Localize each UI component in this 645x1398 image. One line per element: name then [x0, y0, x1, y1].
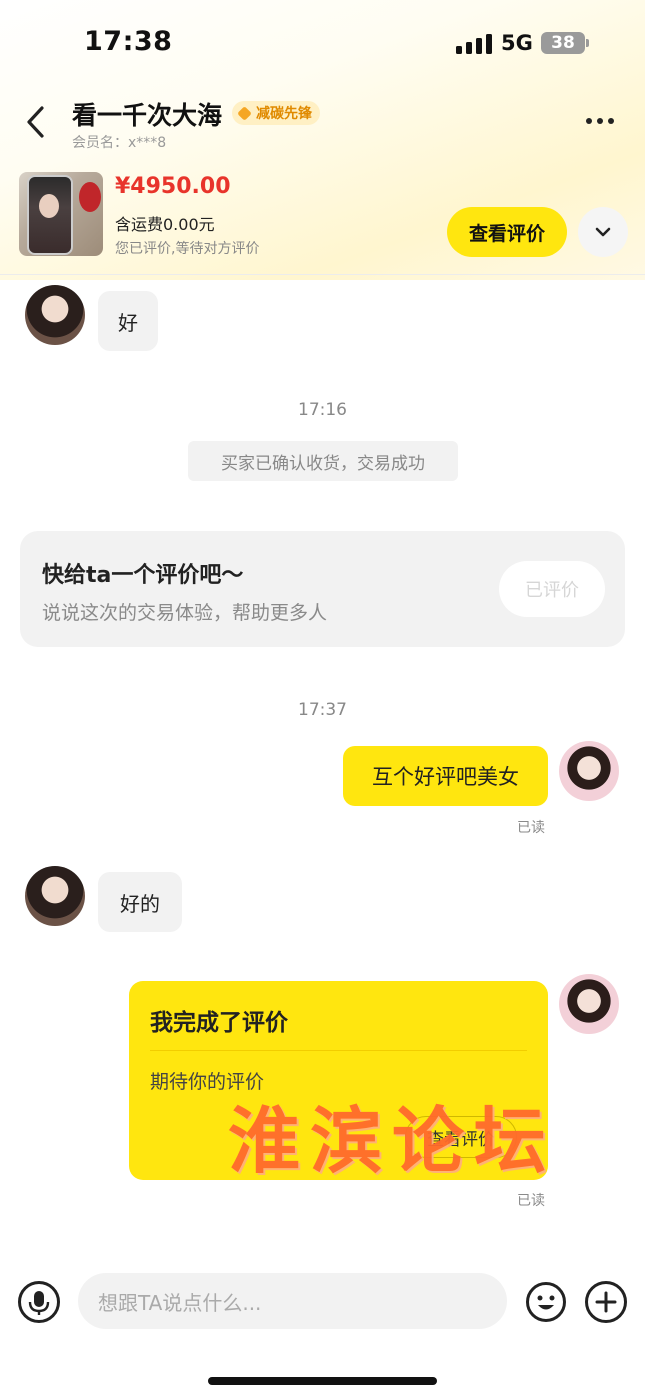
more-dot-icon: [586, 118, 592, 124]
more-dot-icon: [608, 118, 614, 124]
view-review-button[interactable]: 查看评价: [447, 207, 567, 257]
my-avatar[interactable]: [559, 741, 619, 801]
seller-avatar[interactable]: [25, 285, 85, 345]
seller-avatar[interactable]: [25, 866, 85, 926]
system-message: 买家已确认收货，交易成功: [188, 441, 458, 481]
more-dot-icon: [597, 118, 603, 124]
badge-label: 减碳先锋: [256, 106, 312, 122]
read-receipt: 已读: [517, 1193, 545, 1209]
review-prompt-subtitle: 说说这次的交易体验，帮助更多人: [42, 602, 328, 624]
home-indicator: [208, 1377, 437, 1385]
chevron-left-icon: [27, 106, 44, 138]
review-done-title: 我完成了评价: [150, 1010, 288, 1036]
add-button[interactable]: [585, 1281, 627, 1323]
message-bubble: 好的: [98, 872, 182, 932]
plus-icon: [595, 1291, 617, 1313]
message-bubble: 好: [98, 291, 158, 351]
chat-title[interactable]: 看一千次大海: [72, 96, 222, 132]
my-avatar[interactable]: [559, 974, 619, 1034]
watermark: 淮滨论坛: [228, 1098, 557, 1183]
chevron-down-icon: [595, 227, 611, 237]
microphone-icon: [28, 1291, 50, 1315]
status-time: 17:38: [84, 26, 173, 57]
emoji-button[interactable]: [525, 1281, 567, 1323]
shipping-fee: 含运费0.00元: [115, 215, 215, 234]
header-divider: [0, 274, 645, 275]
eco-badge: 减碳先锋: [232, 101, 320, 125]
product-price: ¥4950.00: [115, 174, 231, 199]
product-thumbnail[interactable]: [19, 172, 103, 256]
battery-tip: [586, 39, 589, 47]
timestamp: 17:16: [298, 400, 347, 420]
member-name: 会员名：x***8: [72, 135, 167, 151]
network-type: 5G: [501, 31, 533, 55]
back-button[interactable]: [22, 104, 52, 140]
emoji-icon: [526, 1282, 566, 1322]
card-divider: [150, 1050, 527, 1051]
battery-icon: 38: [541, 32, 585, 54]
leaf-icon: [237, 105, 252, 121]
review-prompt-title: 快给ta一个评价吧～: [42, 563, 244, 588]
voice-button[interactable]: [18, 1281, 60, 1323]
message-bubble: 互个好评吧美女: [343, 746, 548, 806]
signal-icon: [456, 34, 492, 54]
message-input[interactable]: 想跟TA说点什么...: [78, 1273, 507, 1329]
reviewed-button[interactable]: 已评价: [499, 561, 605, 617]
expand-button[interactable]: [578, 207, 628, 257]
timestamp: 17:37: [298, 700, 347, 720]
read-receipt: 已读: [517, 820, 545, 836]
review-status: 您已评价,等待对方评价: [115, 241, 260, 257]
more-button[interactable]: [586, 112, 626, 130]
